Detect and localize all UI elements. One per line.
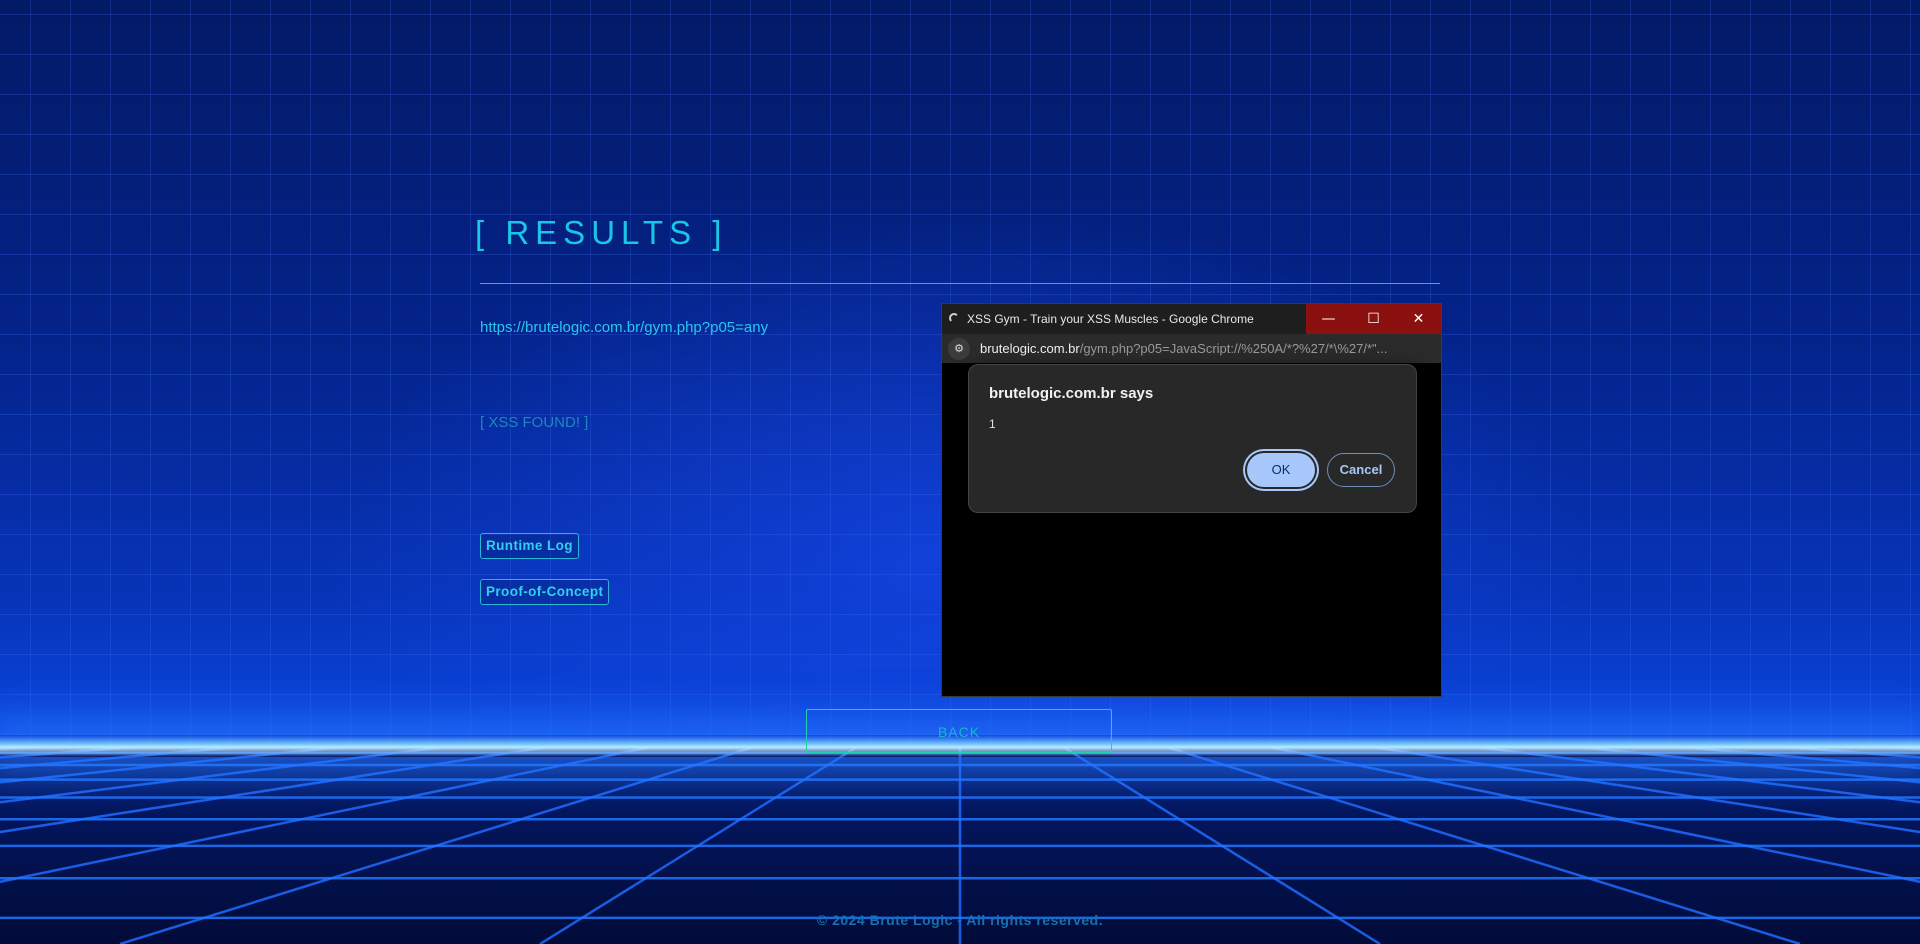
title-divider [480, 283, 1440, 284]
close-icon[interactable]: ✕ [1396, 304, 1441, 334]
dialog-message: 1 [989, 417, 996, 431]
tune-icon[interactable]: ⚙ [948, 338, 970, 360]
result-url: https://brutelogic.com.br/gym.php?p05=an… [480, 319, 769, 336]
address-path: /gym.php?p05=JavaScript://%250A/*?%27/*\… [1079, 341, 1388, 356]
popup-window-title: XSS Gym - Train your XSS Muscles - Googl… [967, 312, 1254, 326]
status-text: [ XSS FOUND! ] [480, 414, 589, 431]
runtime-log-button[interactable]: Runtime Log [480, 533, 579, 559]
maximize-icon[interactable]: ☐ [1351, 304, 1396, 334]
ok-button[interactable]: OK [1247, 453, 1315, 487]
popup-titlebar[interactable]: XSS Gym - Train your XSS Muscles - Googl… [942, 304, 1441, 334]
footer-copyright: © 2024 Brute Logic - All rights reserved… [816, 912, 1104, 928]
chrome-popup-window: XSS Gym - Train your XSS Muscles - Googl… [941, 303, 1442, 697]
cancel-button[interactable]: Cancel [1327, 453, 1395, 487]
back-button[interactable]: BACK [806, 709, 1112, 753]
alert-dialog: brutelogic.com.br says 1 OK Cancel [968, 364, 1417, 513]
loading-spinner-icon [949, 313, 959, 323]
page-title: [ RESULTS ] [475, 214, 728, 251]
address-host: brutelogic.com.br [980, 341, 1080, 356]
address-bar[interactable]: ⚙ brutelogic.com.br/gym.php?p05=JavaScri… [942, 334, 1441, 363]
proof-of-concept-button[interactable]: Proof-of-Concept [480, 579, 610, 605]
minimize-icon[interactable]: — [1306, 304, 1351, 334]
address-url: brutelogic.com.br/gym.php?p05=JavaScript… [980, 341, 1388, 356]
dialog-title: brutelogic.com.br says [989, 385, 1154, 402]
